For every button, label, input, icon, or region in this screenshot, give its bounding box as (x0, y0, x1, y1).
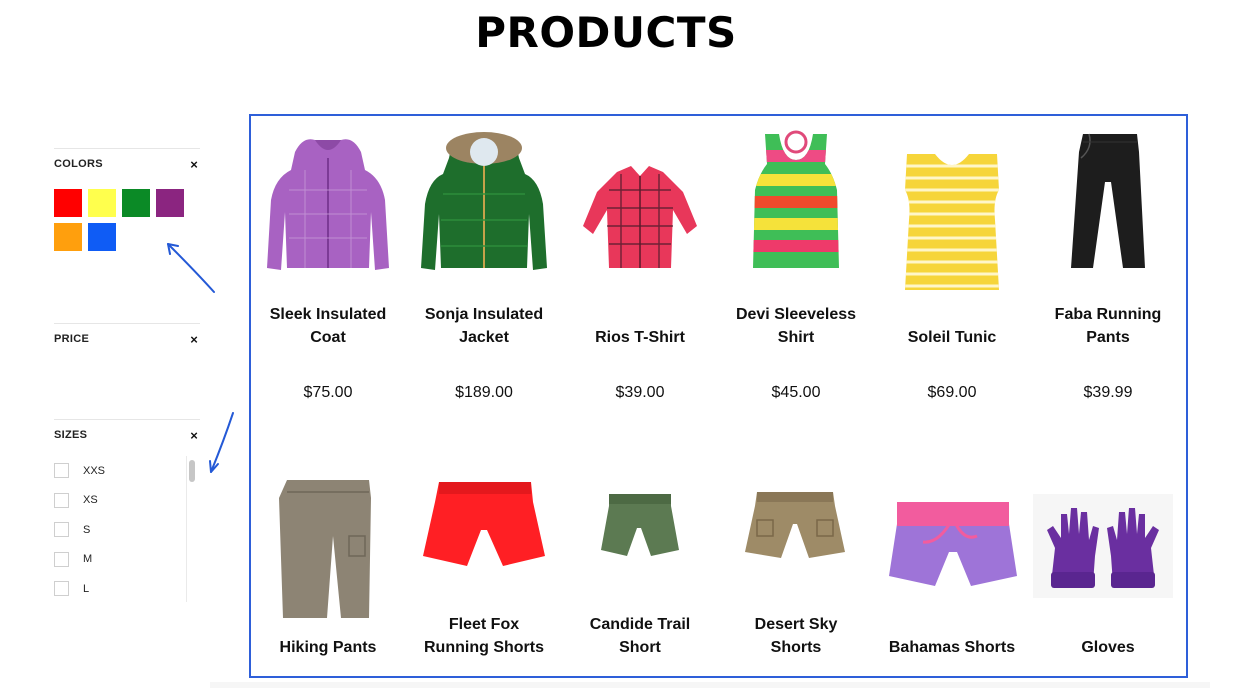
product-name: Hiking Pants (279, 639, 377, 656)
product-card[interactable]: Candide Trail Short (565, 480, 715, 660)
checkbox[interactable] (54, 522, 69, 538)
page-title: PRODUCTS (475, 8, 737, 57)
filter-price-title: PRICE (54, 333, 90, 345)
size-label: XXS (83, 464, 106, 477)
size-option-xxs[interactable]: XXS (54, 456, 200, 486)
color-swatches (54, 189, 200, 251)
green-fur-hood-jacket-icon (421, 132, 547, 270)
size-option-s[interactable]: S (54, 515, 200, 545)
product-name: Desert Sky Shorts (754, 616, 838, 656)
product-grid: Sleek Insulated Coat $75.00 Sonja Insula… (249, 114, 1188, 678)
arrow-to-sizes (209, 412, 234, 473)
purple-plaid-jacket-icon (267, 139, 389, 270)
product-card[interactable]: Hiking Pants (253, 480, 403, 660)
size-label: L (83, 582, 90, 595)
product-price: $69.00 (927, 384, 977, 401)
swatch-purple[interactable] (156, 189, 184, 217)
size-option-m[interactable]: M (54, 545, 200, 575)
filter-colors: COLORS × (54, 148, 200, 251)
filter-colors-title: COLORS (54, 158, 103, 170)
product-name: Rios T-Shirt (595, 329, 685, 346)
filter-sizes: SIZES × XXS XS S M L (54, 419, 200, 602)
swatch-red[interactable] (54, 189, 82, 217)
close-icon[interactable]: × (188, 428, 200, 443)
product-price: $75.00 (303, 384, 353, 401)
checkbox[interactable] (54, 581, 69, 597)
close-icon[interactable]: × (188, 332, 200, 347)
size-label: S (83, 523, 91, 536)
filter-price-header[interactable]: PRICE × (54, 324, 200, 354)
product-card[interactable]: Bahamas Shorts (877, 480, 1027, 660)
swatch-orange[interactable] (54, 223, 82, 251)
product-price: $189.00 (455, 384, 513, 401)
product-card[interactable]: Desert Sky Shorts (721, 480, 871, 660)
product-card[interactable]: Fleet Fox Running Shorts (409, 480, 559, 660)
product-name: Bahamas Shorts (888, 639, 1016, 656)
filter-sizes-header[interactable]: SIZES × (54, 420, 200, 450)
checkbox[interactable] (54, 551, 69, 567)
swatch-blue[interactable] (88, 223, 116, 251)
product-name: Soleil Tunic (907, 329, 997, 346)
product-name: Sleek Insulated Coat (269, 306, 387, 346)
checkbox[interactable] (54, 492, 69, 508)
arrow-to-colors (167, 243, 215, 293)
sizes-list: XXS XS S M L (54, 456, 200, 602)
size-label: M (83, 553, 93, 566)
product-price: $39.00 (615, 384, 665, 401)
size-option-xs[interactable]: XS (54, 486, 200, 516)
swatch-green[interactable] (122, 189, 150, 217)
yellow-striped-tunic-icon (905, 154, 999, 290)
close-icon[interactable]: × (188, 157, 200, 172)
page-bottom-divider (210, 682, 1210, 688)
purple-gloves-icon (1033, 494, 1173, 598)
checkbox[interactable] (54, 463, 69, 479)
product-card[interactable]: Faba Running Pants $39.99 (1033, 130, 1183, 401)
filter-sizes-title: SIZES (54, 429, 88, 441)
filter-price: PRICE × (54, 323, 200, 354)
product-name: Faba Running Pants (1054, 306, 1162, 346)
product-name: Gloves (1081, 639, 1135, 656)
swatch-yellow[interactable] (88, 189, 116, 217)
product-card[interactable]: Soleil Tunic $69.00 (877, 130, 1027, 401)
product-price: $39.99 (1083, 384, 1133, 401)
striped-tank-top-icon (753, 130, 839, 268)
size-option-l[interactable]: L (54, 574, 200, 604)
product-price: $45.00 (771, 384, 821, 401)
product-card[interactable]: Sleek Insulated Coat $75.00 (253, 130, 403, 401)
product-name: Devi Sleeveless Shirt (735, 306, 857, 346)
product-card[interactable]: Rios T-Shirt $39.00 (565, 130, 715, 401)
red-plaid-shirt-icon (583, 166, 697, 268)
product-card[interactable]: Sonja Insulated Jacket $189.00 (409, 130, 559, 401)
product-card[interactable]: Devi Sleeveless Shirt $45.00 (721, 130, 871, 401)
product-card[interactable]: Gloves (1033, 480, 1183, 660)
khaki-pants-icon (279, 480, 371, 618)
purple-pink-shorts-icon (889, 502, 1017, 586)
black-pants-icon (1071, 133, 1145, 268)
product-name: Candide Trail Short (589, 616, 691, 656)
sizes-scrollbar[interactable] (186, 456, 198, 602)
size-label: XS (83, 494, 98, 507)
scrollbar-thumb[interactable] (189, 460, 195, 482)
filter-colors-header[interactable]: COLORS × (54, 149, 200, 179)
product-name: Sonja Insulated Jacket (424, 306, 544, 346)
product-name: Fleet Fox Running Shorts (424, 616, 544, 656)
